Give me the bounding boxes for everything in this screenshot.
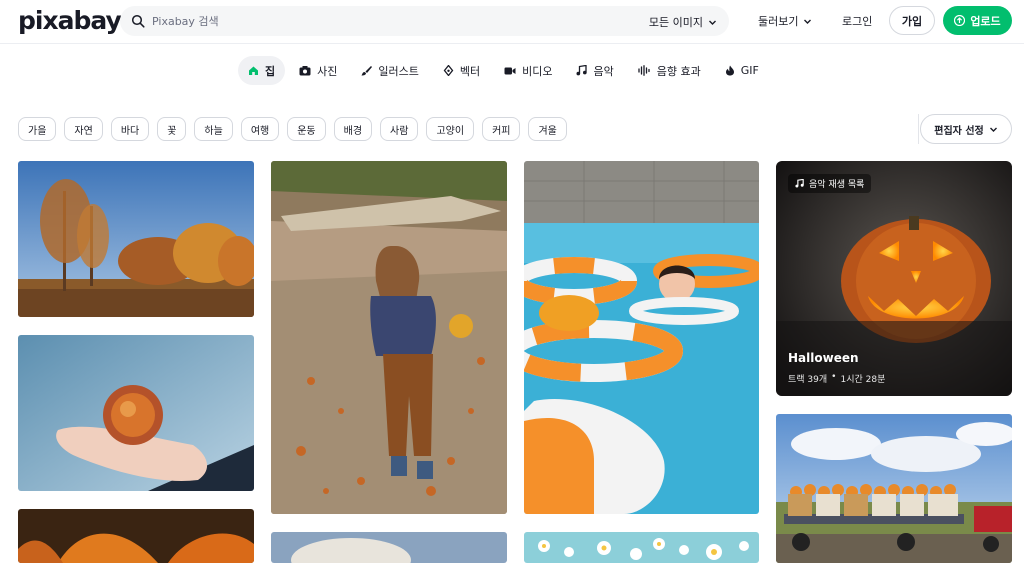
tag-chip-list: 가을 자연 바다 꽃 하늘 여행 운동 배경 사람 고양이 커피 겨울 xyxy=(18,117,567,141)
image-tile-orange-leaves[interactable] xyxy=(18,509,254,563)
category-tabs: 집 사진 일러스트 벡터 비디오 음악 음향 효과 GIF xyxy=(238,56,773,85)
playlist-badge: 음악 재생 목록 xyxy=(788,174,872,193)
tag-chip[interactable]: 가을 xyxy=(18,117,57,141)
explore-menu[interactable]: 둘러보기 xyxy=(758,13,812,29)
playlist-meta: 트랙 39개 • 1시간 28분 xyxy=(788,372,885,385)
playlist-title: Halloween xyxy=(788,351,859,365)
autumn-trees-photo xyxy=(18,161,254,317)
home-icon xyxy=(249,66,258,75)
tag-chip[interactable]: 하늘 xyxy=(194,117,233,141)
tag-chip[interactable]: 겨울 xyxy=(528,117,567,141)
upload-button[interactable]: 업로드 xyxy=(943,6,1012,35)
tag-chip[interactable]: 커피 xyxy=(482,117,521,141)
sort-dropdown[interactable]: 편집자 선정 xyxy=(920,114,1012,144)
tab-label: GIF xyxy=(740,64,759,77)
image-tile-daisy-pattern[interactable] xyxy=(524,532,759,563)
tab-photos[interactable]: 사진 xyxy=(289,56,347,85)
sort-label: 편집자 선정 xyxy=(934,125,984,137)
playlist-track-count: 트랙 39개 xyxy=(788,375,828,385)
tab-music[interactable]: 음악 xyxy=(566,56,623,85)
tab-label: 집 xyxy=(265,64,276,78)
tab-home[interactable]: 집 xyxy=(238,56,286,85)
tab-label: 일러스트 xyxy=(378,64,419,78)
tab-label: 음악 xyxy=(593,64,614,78)
login-link[interactable]: 로그인 xyxy=(842,13,872,29)
daisy-pattern-illustration xyxy=(524,532,759,563)
search-input[interactable] xyxy=(152,6,612,36)
image-tile-polar-bear[interactable] xyxy=(271,532,507,563)
chevron-down-icon xyxy=(989,127,997,132)
chevron-down-icon xyxy=(804,19,812,24)
tag-chip[interactable]: 바다 xyxy=(110,117,150,141)
pumpkin-trailer-photo xyxy=(776,414,1012,563)
search-icon xyxy=(131,14,145,28)
camera-icon xyxy=(299,66,311,76)
tab-label: 사진 xyxy=(317,64,338,78)
girl-walking-photo xyxy=(271,161,507,514)
tab-sound-effects[interactable]: 음향 효과 xyxy=(628,56,711,85)
sea-urchin-photo xyxy=(18,335,254,491)
tab-label: 음향 효과 xyxy=(656,64,701,78)
media-type-filter-label: 모든 이미지 xyxy=(648,16,703,29)
tab-videos[interactable]: 비디오 xyxy=(494,56,562,85)
tab-label: 비디오 xyxy=(522,64,553,78)
tag-chip[interactable]: 배경 xyxy=(333,117,373,141)
image-tile-child-in-pool[interactable] xyxy=(524,161,759,514)
signup-button[interactable]: 가입 xyxy=(889,6,935,35)
orange-leaves-photo xyxy=(18,509,254,563)
tag-chip[interactable]: 사람 xyxy=(380,117,419,141)
chip-divider xyxy=(918,114,919,144)
image-tile-girl-walking[interactable] xyxy=(271,161,507,514)
top-header: pixabay 모든 이미지 둘러보기 로그인 가입 업로드 xyxy=(0,0,1024,44)
tab-illustrations[interactable]: 일러스트 xyxy=(351,56,428,85)
playlist-duration: 1시간 28분 xyxy=(840,375,886,385)
playlist-badge-label: 음악 재생 목록 xyxy=(809,180,865,190)
tag-chip[interactable]: 꽃 xyxy=(157,117,187,141)
music-note-icon xyxy=(795,179,804,188)
upload-label: 업로드 xyxy=(970,14,1001,28)
pixabay-logo[interactable]: pixabay xyxy=(18,6,122,35)
child-in-pool-photo xyxy=(524,161,759,514)
music-note-icon xyxy=(576,65,588,76)
tag-chip[interactable]: 여행 xyxy=(240,117,280,141)
brush-icon xyxy=(361,66,373,76)
tab-gif[interactable]: GIF xyxy=(715,56,769,85)
image-tile-sea-urchin[interactable] xyxy=(18,335,254,491)
tab-label: 벡터 xyxy=(459,64,481,78)
pen-nib-icon xyxy=(443,65,454,76)
flame-icon xyxy=(725,65,734,76)
tag-chip[interactable]: 운동 xyxy=(287,117,326,141)
search-bar[interactable]: 모든 이미지 xyxy=(120,6,729,36)
playlist-meta-separator: • xyxy=(831,372,837,382)
explore-label: 둘러보기 xyxy=(758,15,799,28)
chevron-down-icon xyxy=(709,20,716,25)
media-type-filter[interactable]: 모든 이미지 xyxy=(649,14,717,30)
tag-chip[interactable]: 고양이 xyxy=(426,117,475,141)
image-tile-pumpkin-trailer[interactable] xyxy=(776,414,1012,563)
polar-bear-photo xyxy=(271,532,507,563)
waveform-icon xyxy=(638,65,650,76)
tab-vectors[interactable]: 벡터 xyxy=(433,56,490,85)
image-tile-autumn-trees[interactable] xyxy=(18,161,254,317)
tag-chip[interactable]: 자연 xyxy=(64,117,103,141)
video-icon xyxy=(504,67,516,74)
music-playlist-card[interactable]: 음악 재생 목록 Halloween 트랙 39개 • 1시간 28분 xyxy=(776,161,1012,396)
upload-icon xyxy=(954,15,966,26)
